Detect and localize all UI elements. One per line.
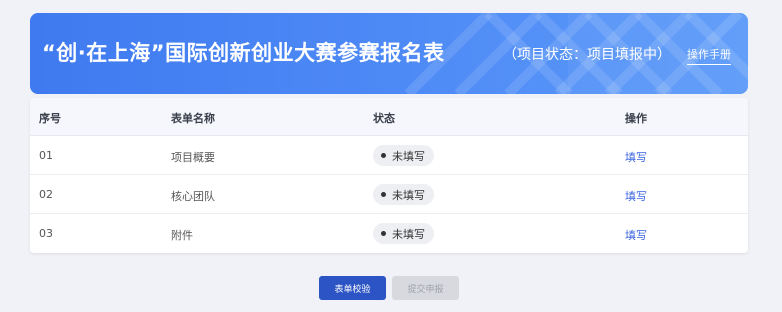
table-header: 序号 表单名称 状态 操作 bbox=[30, 98, 748, 136]
validate-form-button[interactable]: 表单校验 bbox=[319, 276, 386, 300]
status-dot-icon bbox=[381, 192, 386, 197]
status-badge: 未填写 bbox=[373, 184, 434, 205]
status-text: 未填写 bbox=[392, 149, 425, 163]
status-badge: 未填写 bbox=[373, 145, 434, 166]
forms-table: 序号 表单名称 状态 操作 01 项目概要 未填写 填写 02 核心团队 未填写… bbox=[30, 98, 748, 253]
row-index: 01 bbox=[39, 149, 53, 162]
row-index: 02 bbox=[39, 188, 53, 201]
fill-link[interactable]: 填写 bbox=[625, 227, 647, 243]
column-header-name: 表单名称 bbox=[171, 112, 215, 125]
status-dot-icon bbox=[381, 153, 386, 158]
table-row: 03 附件 未填写 填写 bbox=[30, 214, 748, 253]
form-name: 核心团队 bbox=[171, 190, 215, 203]
column-header-action: 操作 bbox=[625, 112, 647, 125]
page-title: “创·在上海”国际创新创业大赛参赛报名表 bbox=[42, 41, 445, 65]
submit-application-button[interactable]: 提交申报 bbox=[392, 276, 459, 300]
table-row: 02 核心团队 未填写 填写 bbox=[30, 175, 748, 214]
status-text: 未填写 bbox=[392, 227, 425, 241]
status-dot-icon bbox=[381, 231, 386, 236]
row-index: 03 bbox=[39, 227, 53, 240]
project-status: （项目状态：项目填报中） bbox=[503, 47, 671, 63]
status-text: 未填写 bbox=[392, 188, 425, 202]
fill-link[interactable]: 填写 bbox=[625, 188, 647, 204]
fill-link[interactable]: 填写 bbox=[625, 149, 647, 165]
table-row: 01 项目概要 未填写 填写 bbox=[30, 136, 748, 175]
header-banner: “创·在上海”国际创新创业大赛参赛报名表 （项目状态：项目填报中） 操作手册 bbox=[30, 13, 748, 94]
form-name: 项目概要 bbox=[171, 151, 215, 164]
column-header-status: 状态 bbox=[373, 112, 395, 125]
form-name: 附件 bbox=[171, 229, 193, 242]
status-badge: 未填写 bbox=[373, 223, 434, 244]
manual-link[interactable]: 操作手册 bbox=[687, 46, 731, 65]
column-header-index: 序号 bbox=[39, 112, 61, 125]
